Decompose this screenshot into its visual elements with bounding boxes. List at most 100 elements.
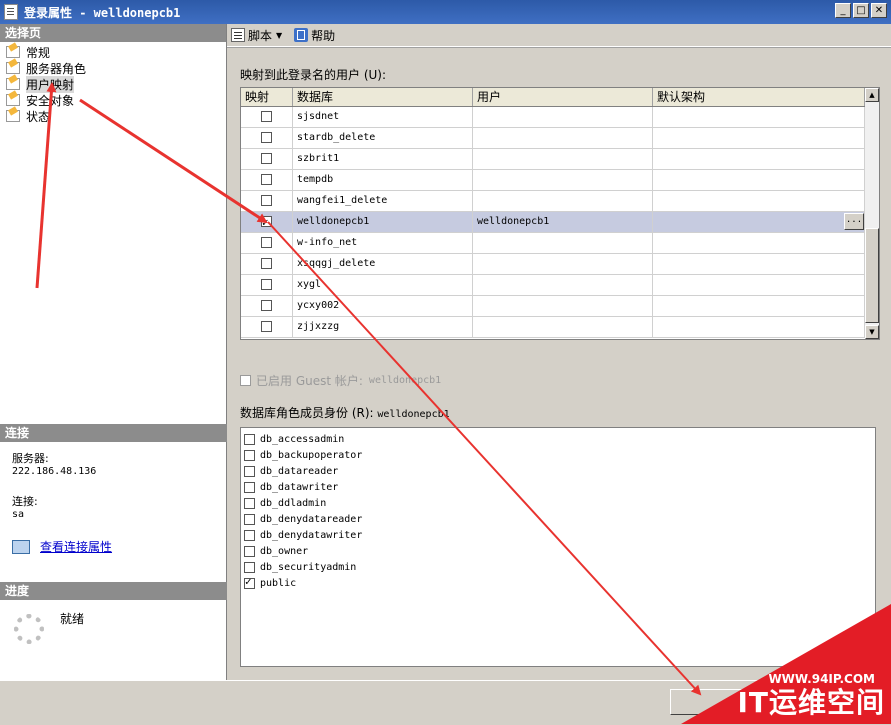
schema-cell[interactable]	[653, 128, 865, 148]
schema-cell[interactable]	[653, 191, 865, 211]
role-name: db_owner	[260, 545, 309, 557]
table-row[interactable]: sjsdnet	[241, 107, 879, 128]
role-checkbox[interactable]	[244, 449, 255, 461]
map-cell	[241, 149, 293, 169]
role-checkbox[interactable]	[244, 481, 255, 493]
minimize-button[interactable]: _	[835, 3, 851, 18]
page-item-securables[interactable]: 安全对象	[6, 92, 226, 108]
map-checkbox[interactable]	[261, 194, 272, 206]
map-checkbox[interactable]	[261, 257, 272, 269]
role-name: public	[260, 577, 297, 589]
role-item[interactable]: db_datareader	[244, 463, 875, 479]
column-header-schema[interactable]: 默认架构	[653, 88, 865, 106]
table-row[interactable]: w-info_net	[241, 233, 879, 254]
table-row[interactable]: ycxy002	[241, 296, 879, 317]
role-checkbox[interactable]	[244, 545, 255, 557]
user-cell[interactable]	[473, 107, 653, 127]
help-label: 帮助	[311, 28, 336, 43]
watermark: WWW.94IP.COM IT运维空间	[681, 604, 891, 724]
role-name: db_accessadmin	[260, 433, 345, 445]
scroll-down-button[interactable]: ▼	[865, 325, 879, 339]
schema-cell[interactable]	[653, 233, 865, 253]
table-row[interactable]: tempdb	[241, 170, 879, 191]
map-checkbox[interactable]	[261, 213, 272, 232]
map-checkbox[interactable]	[261, 152, 272, 164]
table-row[interactable]: stardb_delete	[241, 128, 879, 149]
role-item[interactable]: db_datawriter	[244, 479, 875, 495]
user-cell[interactable]: welldonepcb1	[473, 212, 653, 232]
user-cell[interactable]	[473, 254, 653, 274]
user-cell[interactable]	[473, 296, 653, 316]
role-item[interactable]: db_securityadmin	[244, 559, 875, 575]
view-connection-properties[interactable]: 查看连接属性	[12, 538, 112, 555]
user-cell[interactable]	[473, 149, 653, 169]
script-button[interactable]: 脚本 ▼	[231, 27, 282, 44]
map-checkbox[interactable]	[261, 173, 272, 185]
browse-schema-button[interactable]: ...	[844, 213, 864, 230]
schema-cell[interactable]	[653, 275, 865, 295]
schema-cell[interactable]	[653, 296, 865, 316]
role-membership-label: 数据库角色成员身份 (R): welldonepcb1	[240, 404, 450, 421]
schema-cell[interactable]: ...	[653, 212, 865, 232]
role-item[interactable]: db_accessadmin	[244, 431, 875, 447]
schema-cell[interactable]	[653, 107, 865, 127]
role-item[interactable]: db_backupoperator	[244, 447, 875, 463]
role-name: db_denydatawriter	[260, 529, 363, 541]
view-connection-link[interactable]: 查看连接属性	[40, 538, 112, 555]
table-row[interactable]: welldonepcb1welldonepcb1...	[241, 212, 879, 233]
database-cell: wangfei1_delete	[293, 191, 473, 211]
schema-cell[interactable]	[653, 317, 865, 337]
user-cell[interactable]	[473, 128, 653, 148]
help-button[interactable]: 帮助	[294, 27, 335, 44]
page-item-user-mapping[interactable]: 用户映射	[6, 75, 226, 93]
map-checkbox[interactable]	[261, 278, 272, 290]
table-row[interactable]: wangfei1_delete	[241, 191, 879, 212]
map-checkbox[interactable]	[261, 110, 272, 122]
map-cell	[241, 254, 293, 274]
page-item-status[interactable]: 状态	[6, 108, 226, 124]
role-item[interactable]: db_ddladmin	[244, 495, 875, 511]
page-item-server-roles[interactable]: 服务器角色	[6, 60, 226, 76]
schema-cell[interactable]	[653, 254, 865, 274]
window-title: 登录属性 - welldonepcb1	[24, 5, 181, 20]
role-item[interactable]: db_denydatawriter	[244, 527, 875, 543]
role-checkbox[interactable]	[244, 529, 255, 541]
schema-cell[interactable]	[653, 170, 865, 190]
map-checkbox[interactable]	[261, 131, 272, 143]
page-item-label: 常规	[26, 45, 51, 60]
user-cell[interactable]	[473, 191, 653, 211]
schema-cell[interactable]	[653, 149, 865, 169]
page-item-general[interactable]: 常规	[6, 44, 226, 60]
role-checkbox[interactable]	[244, 513, 255, 525]
column-header-map[interactable]: 映射	[241, 88, 293, 106]
role-checkbox[interactable]	[244, 561, 255, 573]
user-cell[interactable]	[473, 275, 653, 295]
maximize-button[interactable]: □	[853, 3, 869, 18]
role-item[interactable]: db_denydatareader	[244, 511, 875, 527]
column-header-database[interactable]: 数据库	[293, 88, 473, 106]
grid-scrollbar[interactable]: ▲ ▼	[865, 88, 879, 339]
role-item[interactable]: public	[244, 575, 875, 591]
column-header-user[interactable]: 用户	[473, 88, 653, 106]
role-checkbox[interactable]	[244, 497, 255, 509]
user-cell[interactable]	[473, 233, 653, 253]
role-checkbox[interactable]	[244, 575, 255, 589]
role-checkbox[interactable]	[244, 465, 255, 477]
role-checkbox[interactable]	[244, 433, 255, 445]
select-page-header: 选择页	[0, 24, 226, 42]
map-checkbox[interactable]	[261, 299, 272, 311]
table-row[interactable]: xygl	[241, 275, 879, 296]
scroll-up-button[interactable]: ▲	[865, 88, 879, 102]
user-cell[interactable]	[473, 170, 653, 190]
close-button[interactable]: ✕	[871, 3, 887, 18]
map-checkbox[interactable]	[261, 236, 272, 248]
table-row[interactable]: xsqqgj_delete	[241, 254, 879, 275]
scroll-thumb[interactable]	[865, 228, 879, 323]
role-item[interactable]: db_owner	[244, 543, 875, 559]
user-cell[interactable]	[473, 317, 653, 337]
table-row[interactable]: szbrit1	[241, 149, 879, 170]
database-cell: szbrit1	[293, 149, 473, 169]
map-checkbox[interactable]	[261, 320, 272, 332]
table-row[interactable]: zjjxzzg	[241, 317, 879, 338]
script-icon	[231, 28, 245, 42]
